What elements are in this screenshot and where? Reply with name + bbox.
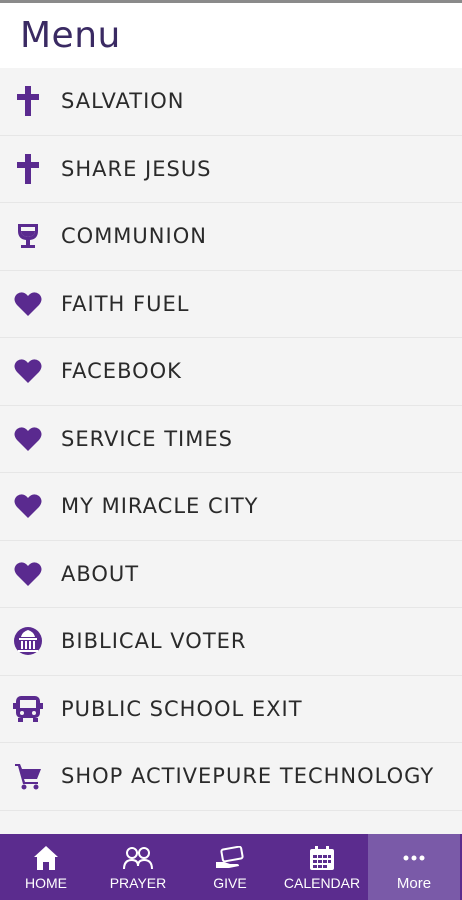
menu-item-my-miracle-city[interactable]: MY MIRACLE CITY [0,473,462,541]
menu-item-about[interactable]: ABOUT [0,541,462,608]
chalice-icon [13,221,43,251]
tab-label: GIVE [213,875,247,891]
menu-item-label: FAITH FUEL [61,291,190,316]
cart-icon [13,761,43,791]
cross-icon [13,153,43,184]
heart-icon [13,491,43,521]
tab-label: CALENDAR [283,875,361,891]
tab-calendar[interactable]: CALENDAR [276,834,368,900]
tab-label: HOME [25,875,67,891]
menu-item-share-jesus[interactable]: SHARE JESUS [0,136,462,203]
tab-label: PRAYER [109,875,167,891]
menu-item-salvation[interactable]: SALVATION [0,68,462,136]
menu-item-label: FACEBOOK [61,359,182,384]
menu-item-faith-fuel[interactable]: FAITH FUEL [0,271,462,338]
menu-item-label: SHARE JESUS [61,156,212,181]
calendar-icon [307,844,337,872]
header: Menu [0,3,462,68]
menu-item-label: SALVATION [61,89,185,114]
page-title: Menu [20,15,121,56]
menu-item-service-times[interactable]: SERVICE TIMES [0,406,462,473]
capitol-icon [13,626,43,656]
home-icon [31,844,61,872]
heart-icon [13,289,43,319]
menu-item-label: ABOUT [61,561,140,586]
give-icon [215,844,245,872]
more-icon [399,844,429,872]
tab-more[interactable]: More [368,834,460,900]
heart-icon [13,424,43,454]
menu-item-label: PUBLIC SCHOOL EXIT [61,696,303,721]
menu-item-public-school-exit[interactable]: PUBLIC SCHOOL EXIT [0,676,462,743]
heart-icon [13,356,43,386]
tab-home[interactable]: HOME [0,834,92,900]
bus-icon [13,694,43,724]
menu-item-label: SERVICE TIMES [61,426,233,451]
cross-icon [13,86,43,117]
bottom-tab-bar: HOME PRAYER GIVE CALENDAR More [0,834,462,900]
menu-item-label: SHOP ACTIVEPURE TECHNOLOGY [61,764,435,789]
menu-item-label: BIBLICAL VOTER [61,629,247,654]
tab-label: More [396,875,432,892]
menu-list: SALVATION SHARE JESUS COMMUNION FAITH FU… [0,68,462,811]
menu-item-label: MY MIRACLE CITY [61,494,259,519]
tab-give[interactable]: GIVE [184,834,276,900]
heart-icon [13,559,43,589]
menu-item-shop-activepure[interactable]: SHOP ACTIVEPURE TECHNOLOGY [0,743,462,811]
menu-item-label: COMMUNION [61,224,207,249]
tab-prayer[interactable]: PRAYER [92,834,184,900]
people-icon [123,844,153,872]
menu-item-biblical-voter[interactable]: BIBLICAL VOTER [0,608,462,676]
menu-item-facebook[interactable]: FACEBOOK [0,338,462,406]
menu-item-communion[interactable]: COMMUNION [0,203,462,271]
